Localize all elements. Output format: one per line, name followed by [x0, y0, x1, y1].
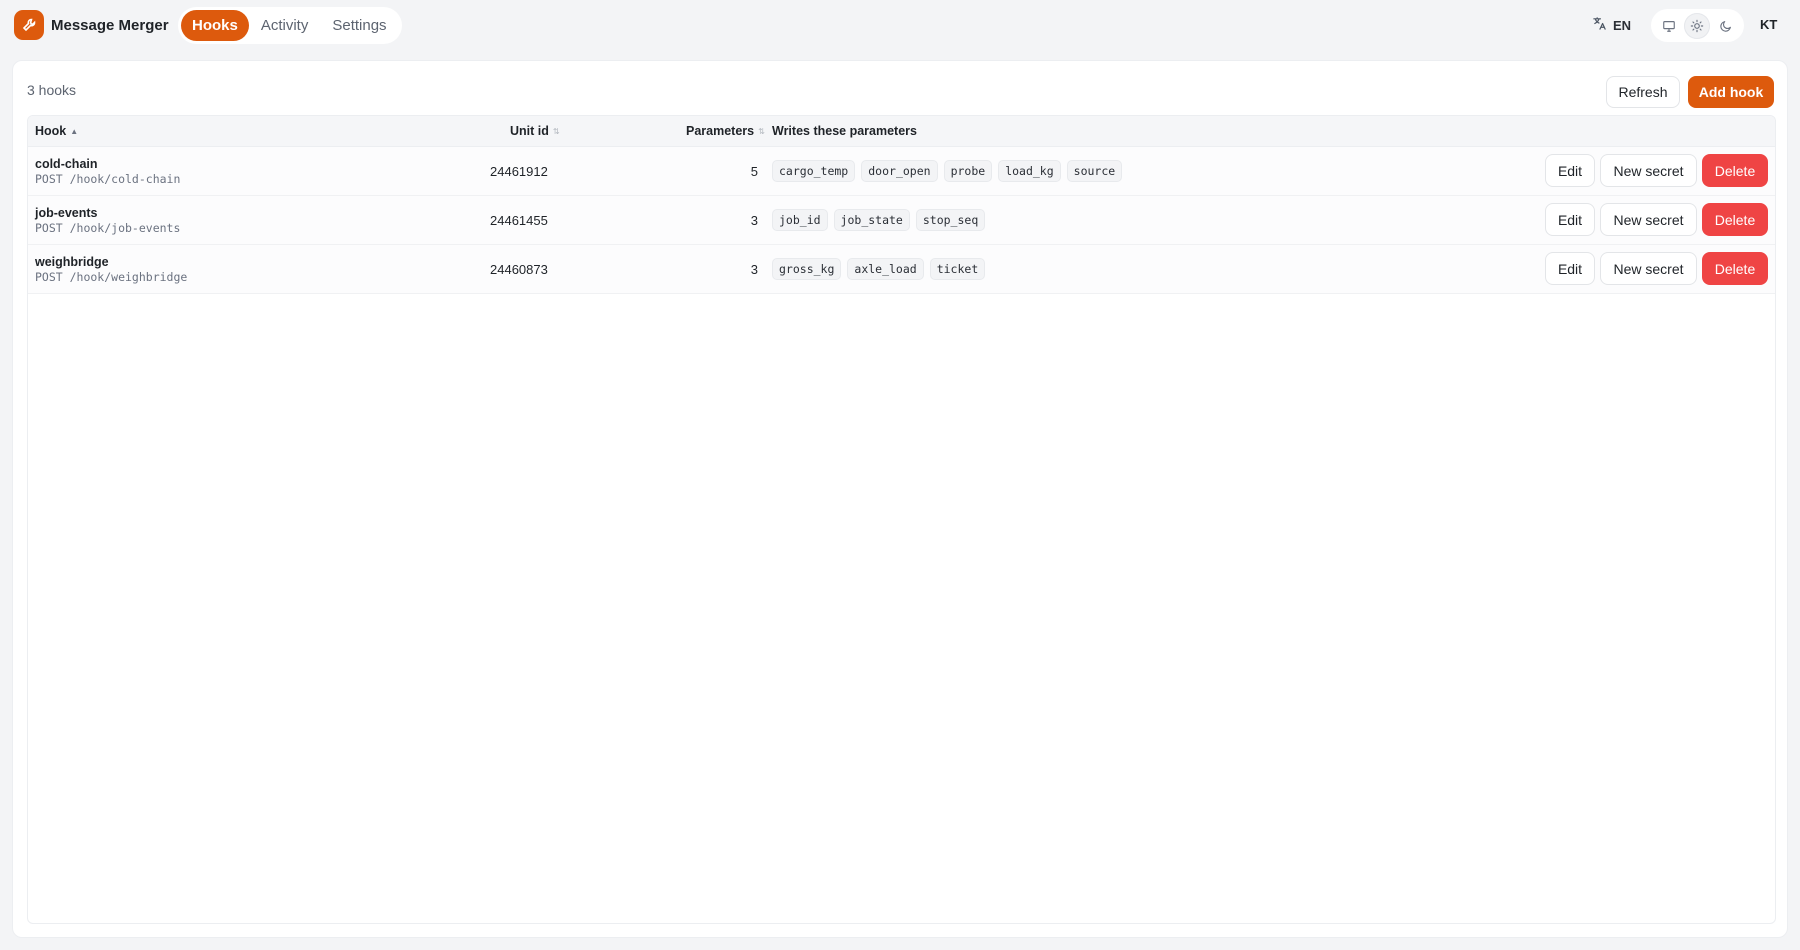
app-name: Message Merger [51, 16, 169, 34]
theme-toggle [1651, 9, 1744, 42]
parameter-count: 3 [750, 262, 758, 277]
delete-button[interactable]: Delete [1702, 252, 1768, 285]
parameter-chip: stop_seq [915, 209, 986, 231]
sort-icon: ⇅ [552, 126, 560, 136]
table-row: cold-chain POST /hook/cold-chain 2446191… [28, 147, 1775, 196]
hook-name: cold-chain [35, 157, 98, 171]
edit-button[interactable]: Edit [1545, 252, 1595, 285]
moon-icon[interactable] [1713, 13, 1739, 39]
parameter-count: 3 [750, 213, 758, 228]
hook-name: job-events [35, 206, 98, 220]
hooks-table: Hook ▲ Unit id ⇅ Parameters ⇅ Writes the… [27, 115, 1776, 924]
hook-path: POST /hook/weighbridge [35, 270, 188, 284]
parameter-count: 5 [750, 164, 758, 179]
parameter-chip: cargo_temp [772, 160, 856, 182]
sun-icon[interactable] [1684, 12, 1711, 39]
delete-button[interactable]: Delete [1702, 154, 1768, 187]
parameter-chip: gross_kg [772, 258, 842, 280]
parameter-chip: axle_load [847, 258, 924, 280]
hook-cell: job-events POST /hook/job-events [35, 206, 180, 236]
hooks-card: 3 hooks Refresh Add hook Hook ▲ Unit id … [12, 60, 1788, 938]
table-row: job-events POST /hook/job-events 2446145… [28, 196, 1775, 245]
main-nav: Hooks Activity Settings [178, 7, 402, 44]
table-row: weighbridge POST /hook/weighbridge 24460… [28, 245, 1775, 294]
brand[interactable]: Message Merger [14, 10, 169, 40]
unit-id: 24461455 [490, 213, 548, 228]
hook-cell: weighbridge POST /hook/weighbridge [35, 255, 187, 285]
parameter-chip: ticket [929, 258, 986, 280]
row-actions: Edit New secret Delete [1545, 203, 1768, 236]
tab-settings[interactable]: Settings [320, 10, 398, 41]
parameter-chip: source [1066, 160, 1123, 182]
top-bar: Message Merger Hooks Activity Settings E… [0, 0, 1800, 50]
parameter-list: cargo_temp door_open probe load_kg sourc… [772, 160, 1123, 182]
parameter-chip: probe [943, 160, 993, 182]
parameter-chip: load_kg [998, 160, 1061, 182]
translate-icon [1592, 16, 1607, 34]
tab-activity[interactable]: Activity [249, 10, 321, 41]
column-header-unit-id[interactable]: Unit id ⇅ [510, 124, 560, 138]
unit-id: 24461912 [490, 164, 548, 179]
parameter-chip: job_id [772, 209, 828, 231]
parameter-list: gross_kg axle_load ticket [772, 258, 986, 280]
edit-button[interactable]: Edit [1545, 203, 1595, 236]
hook-name: weighbridge [35, 255, 109, 269]
hook-path: POST /hook/job-events [35, 221, 181, 235]
parameter-chip: job_state [833, 209, 910, 231]
new-secret-button[interactable]: New secret [1600, 203, 1697, 236]
column-header-writes: Writes these parameters [772, 124, 917, 138]
row-actions: Edit New secret Delete [1545, 252, 1768, 285]
unit-id: 24460873 [490, 262, 548, 277]
parameter-chip: door_open [861, 160, 938, 182]
table-header: Hook ▲ Unit id ⇅ Parameters ⇅ Writes the… [28, 116, 1775, 147]
row-actions: Edit New secret Delete [1545, 154, 1768, 187]
parameter-list: job_id job_state stop_seq [772, 209, 986, 231]
sort-ascending-icon: ▲ [70, 126, 79, 136]
hook-cell: cold-chain POST /hook/cold-chain [35, 157, 180, 187]
hook-path: POST /hook/cold-chain [35, 172, 181, 186]
delete-button[interactable]: Delete [1702, 203, 1768, 236]
language-code: EN [1613, 17, 1632, 33]
column-header-hook[interactable]: Hook ▲ [35, 124, 78, 138]
avatar[interactable]: KT [1760, 17, 1777, 32]
add-hook-button[interactable]: Add hook [1688, 76, 1774, 108]
refresh-button[interactable]: Refresh [1606, 76, 1680, 108]
language-switcher[interactable]: EN [1592, 14, 1631, 36]
hooks-count: 3 hooks [27, 82, 77, 98]
new-secret-button[interactable]: New secret [1600, 154, 1697, 187]
wrench-icon [14, 10, 44, 40]
column-header-parameters[interactable]: Parameters ⇅ [686, 124, 765, 138]
monitor-icon[interactable] [1656, 13, 1682, 39]
new-secret-button[interactable]: New secret [1600, 252, 1697, 285]
tab-hooks[interactable]: Hooks [181, 10, 249, 41]
edit-button[interactable]: Edit [1545, 154, 1595, 187]
sort-icon: ⇅ [758, 126, 765, 136]
